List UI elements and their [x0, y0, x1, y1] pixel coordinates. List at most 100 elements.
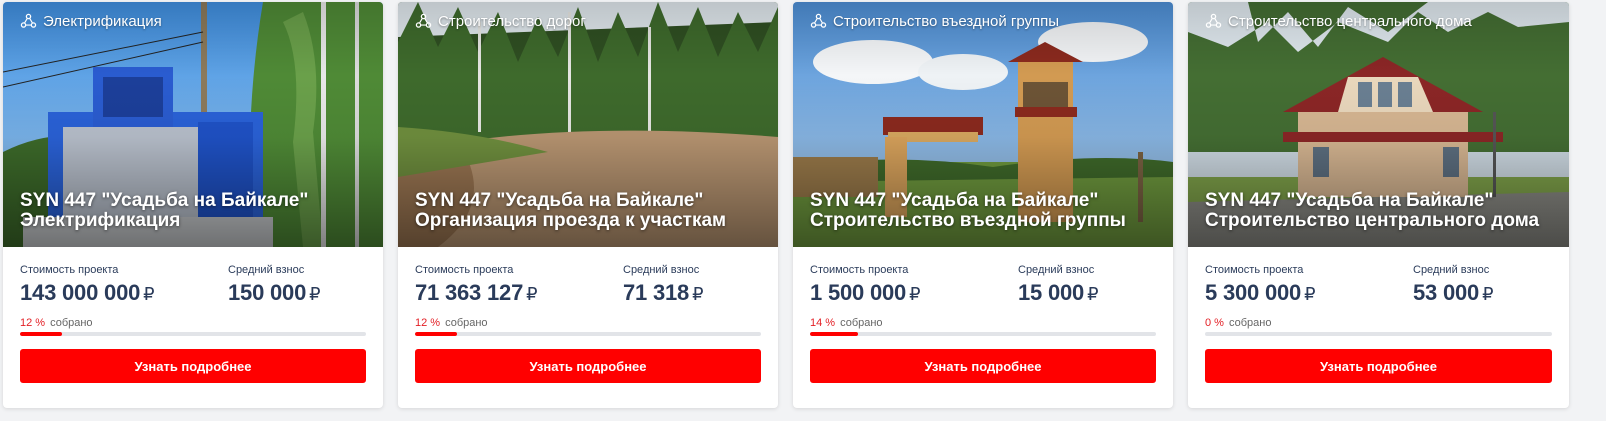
- category-tag: Строительство въездной группы: [810, 13, 1059, 30]
- category-tag: Электрификация: [20, 13, 162, 30]
- project-cost: Стоимость проекта 71 363 127 ₽: [415, 264, 623, 306]
- learn-more-button[interactable]: Узнать подробнее: [1205, 349, 1552, 383]
- category-label: Строительство въездной группы: [833, 13, 1060, 30]
- ruble-sign: ₽: [526, 284, 538, 304]
- average-contribution-label: Средний взнос: [1018, 264, 1095, 276]
- project-cost-value: 1 500 000 ₽: [810, 280, 1018, 306]
- progress-percent: 14 %: [810, 317, 836, 329]
- collected-label: собрано: [840, 317, 883, 329]
- average-contribution-label: Средний взнос: [1413, 264, 1490, 276]
- project-photo-entrance[interactable]: Строительство въездной группы SYN 447 "У…: [793, 2, 1173, 247]
- project-cost: Стоимость проекта 143 000 000 ₽: [20, 264, 228, 306]
- funding-progress: 14 % собрано: [810, 317, 1156, 336]
- project-cost-label: Стоимость проекта: [1205, 264, 1304, 276]
- avg-amount: 53 000: [1413, 280, 1480, 305]
- group-icon: [20, 13, 37, 28]
- project-cost-value: 71 363 127 ₽: [415, 280, 623, 306]
- project-cost-label: Стоимость проекта: [415, 264, 514, 276]
- ruble-sign: ₽: [143, 284, 155, 304]
- average-contribution-value: 53 000 ₽: [1413, 280, 1494, 306]
- project-card[interactable]: Электрификация SYN 447 "Усадьба на Байка…: [3, 2, 383, 408]
- ruble-sign: ₽: [909, 284, 921, 304]
- project-title[interactable]: SYN 447 "Усадьба на Байкале" Строительст…: [810, 191, 1161, 231]
- project-title-line2: Строительство въездной группы: [810, 210, 1126, 231]
- project-cost-value: 143 000 000 ₽: [20, 280, 228, 306]
- project-cost-value: 5 300 000 ₽: [1205, 280, 1413, 306]
- progress-percent: 0 %: [1205, 317, 1224, 329]
- collected-label: собрано: [445, 317, 488, 329]
- group-icon: [810, 13, 827, 28]
- project-cost: Стоимость проекта 5 300 000 ₽: [1205, 264, 1413, 306]
- category-tag: Строительство центрального дома: [1205, 13, 1472, 30]
- progress-percent: 12 %: [415, 317, 441, 329]
- project-title-line2: Организация проезда к участкам: [415, 210, 727, 231]
- average-contribution: Средний взнос 71 318 ₽: [623, 264, 704, 306]
- progress-bar: [415, 332, 761, 336]
- average-contribution-label: Средний взнос: [228, 264, 305, 276]
- collected-label: собрано: [50, 317, 93, 329]
- ruble-sign: ₽: [1304, 284, 1316, 304]
- group-icon: [1205, 13, 1222, 28]
- project-title[interactable]: SYN 447 "Усадьба на Байкале" Электрифика…: [20, 191, 371, 231]
- learn-more-button[interactable]: Узнать подробнее: [20, 349, 366, 383]
- progress-fill: [20, 332, 62, 336]
- collected-label: собрано: [1228, 317, 1272, 329]
- cost-amount: 1 500 000: [810, 280, 907, 305]
- project-card[interactable]: Строительство дорог SYN 447 "Усадьба на …: [398, 2, 778, 408]
- project-title-line1: SYN 447 "Усадьба на Байкале": [810, 190, 1099, 211]
- avg-amount: 15 000: [1018, 280, 1085, 305]
- project-cards: Электрификация SYN 447 "Усадьба на Байка…: [3, 2, 1569, 408]
- average-contribution-label: Средний взнос: [623, 264, 700, 276]
- progress-caption: 12 % собрано: [415, 317, 761, 329]
- progress-bar: [1205, 332, 1552, 336]
- average-contribution: Средний взнос 15 000 ₽: [1018, 264, 1099, 306]
- average-contribution: Средний взнос 53 000 ₽: [1413, 264, 1494, 306]
- project-title-line1: SYN 447 "Усадьба на Байкале": [415, 190, 704, 211]
- funding-progress: 12 % собрано: [20, 317, 366, 336]
- project-cost: Стоимость проекта 1 500 000 ₽: [810, 264, 1018, 306]
- project-photo-roads[interactable]: Строительство дорог SYN 447 "Усадьба на …: [398, 2, 778, 247]
- project-cost-label: Стоимость проекта: [20, 264, 119, 276]
- cost-amount: 5 300 000: [1205, 280, 1302, 305]
- cost-amount: 71 363 127: [415, 280, 524, 305]
- progress-caption: 14 % собрано: [810, 317, 1156, 329]
- ruble-sign: ₽: [1482, 284, 1494, 304]
- average-contribution-value: 71 318 ₽: [623, 280, 704, 306]
- progress-caption: 0 % собрано: [1205, 317, 1552, 329]
- category-tag: Строительство дорог: [415, 13, 586, 30]
- project-title[interactable]: SYN 447 "Усадьба на Байкале" Строительст…: [1205, 191, 1557, 231]
- funding-progress: 0 % собрано: [1205, 317, 1552, 336]
- project-stats: Стоимость проекта 1 500 000 ₽ Средний взн…: [810, 264, 1156, 306]
- project-photo-main-house[interactable]: Строительство центрального дома SYN 447 …: [1188, 2, 1569, 247]
- project-title[interactable]: SYN 447 "Усадьба на Байкале" Организация…: [415, 191, 766, 231]
- ruble-sign: ₽: [309, 284, 321, 304]
- average-contribution: Средний взнос 150 000 ₽: [228, 264, 321, 306]
- cost-amount: 143 000 000: [20, 280, 141, 305]
- ruble-sign: ₽: [692, 284, 704, 304]
- category-label: Электрификация: [43, 13, 162, 30]
- project-title-line1: SYN 447 "Усадьба на Байкале": [20, 190, 309, 211]
- group-icon: [415, 13, 432, 28]
- project-card[interactable]: Строительство центрального дома SYN 447 …: [1188, 2, 1569, 408]
- project-card[interactable]: Строительство въездной группы SYN 447 "У…: [793, 2, 1173, 408]
- project-stats: Стоимость проекта 143 000 000 ₽ Средний в…: [20, 264, 366, 306]
- learn-more-button[interactable]: Узнать подробнее: [810, 349, 1156, 383]
- project-title-line2: Строительство центрального дома: [1205, 210, 1540, 231]
- avg-amount: 71 318: [623, 280, 690, 305]
- progress-caption: 12 % собрано: [20, 317, 366, 329]
- category-label: Строительство дорог: [438, 13, 586, 30]
- project-title-line2: Электрификация: [20, 210, 181, 231]
- funding-progress: 12 % собрано: [415, 317, 761, 336]
- project-photo-electrification[interactable]: Электрификация SYN 447 "Усадьба на Байка…: [3, 2, 383, 247]
- progress-bar: [20, 332, 366, 336]
- project-title-line1: SYN 447 "Усадьба на Байкале": [1205, 190, 1494, 211]
- progress-fill: [810, 332, 859, 336]
- avg-amount: 150 000: [228, 280, 307, 305]
- progress-bar: [810, 332, 1156, 336]
- ruble-sign: ₽: [1087, 284, 1099, 304]
- project-stats: Стоимость проекта 71 363 127 ₽ Средний вз…: [415, 264, 761, 306]
- average-contribution-value: 15 000 ₽: [1018, 280, 1099, 306]
- learn-more-button[interactable]: Узнать подробнее: [415, 349, 761, 383]
- average-contribution-value: 150 000 ₽: [228, 280, 321, 306]
- progress-fill: [415, 332, 457, 336]
